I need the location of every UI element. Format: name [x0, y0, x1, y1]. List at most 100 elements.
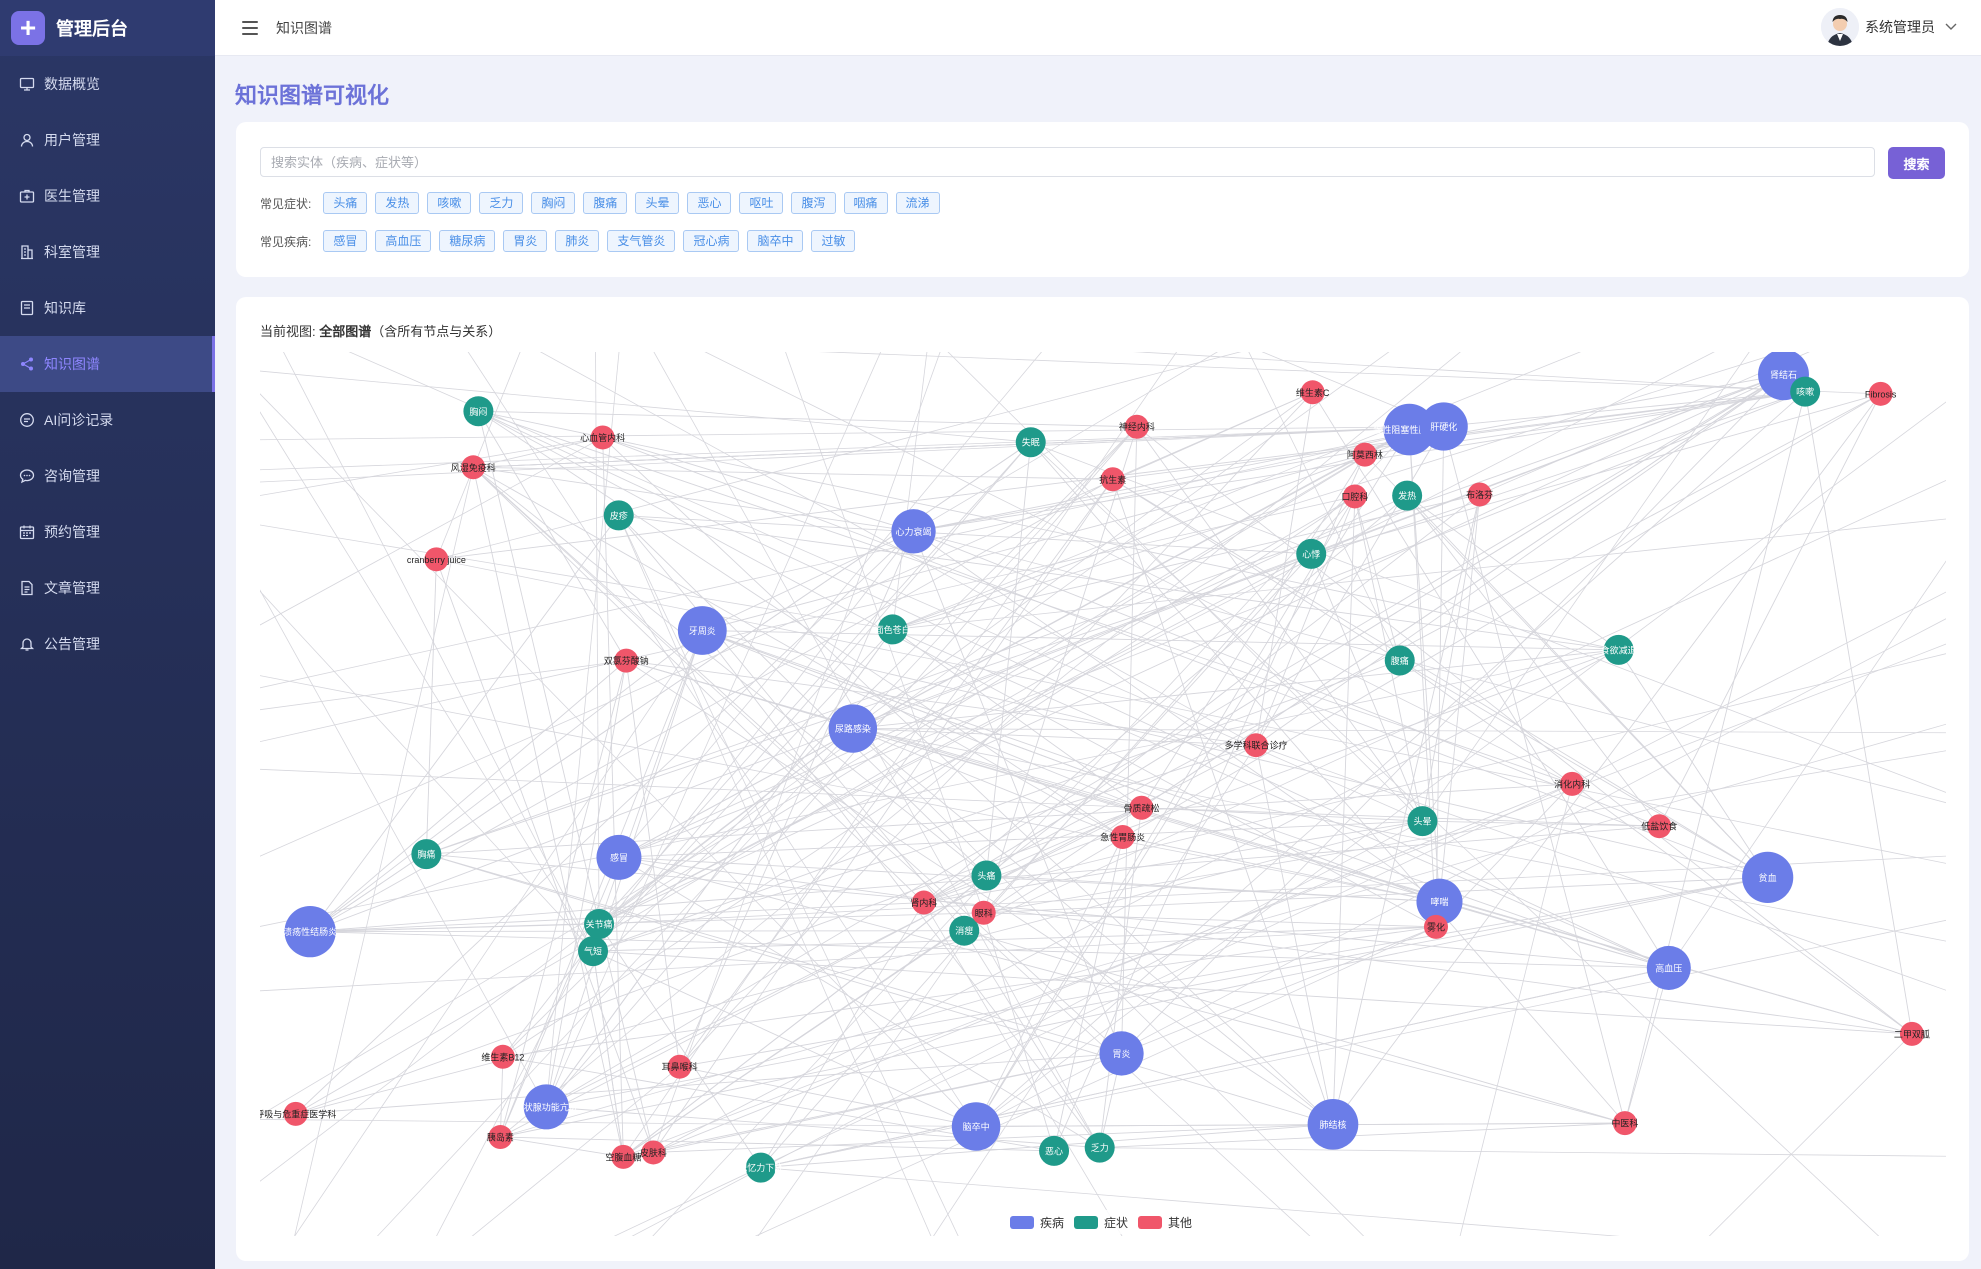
symptom-tag[interactable]: 呕吐: [739, 192, 784, 214]
legend-label: 症状: [1104, 1215, 1128, 1230]
search-input[interactable]: [260, 147, 1875, 177]
sidebar-item-0[interactable]: 数据概览: [0, 56, 215, 112]
sidebar-item-9[interactable]: 文章管理: [0, 560, 215, 616]
graph-node-other[interactable]: 维生素B12: [481, 1044, 524, 1069]
disease-tag[interactable]: 高血压: [375, 230, 432, 252]
graph-node-disease[interactable]: 肝硬化: [1419, 402, 1468, 451]
graph-node-disease[interactable]: 肺结核: [1307, 1098, 1359, 1150]
graph-node-disease[interactable]: 尿路感染: [828, 704, 878, 753]
graph-node-disease[interactable]: 高血压: [1646, 945, 1691, 990]
graph-node-other[interactable]: 胰岛素: [487, 1125, 514, 1150]
sidebar-item-2[interactable]: 医生管理: [0, 168, 215, 224]
search-button[interactable]: 搜索: [1888, 147, 1945, 179]
symptom-tag[interactable]: 头晕: [635, 192, 680, 214]
graph-node-symptom[interactable]: 乏力: [1084, 1132, 1115, 1163]
disease-tag[interactable]: 脑卒中: [747, 230, 804, 252]
graph-node-disease[interactable]: 贫血: [1742, 851, 1794, 903]
graph-svg[interactable]: 慢性阻塞性肺疾病急性胃肠炎肺结核胸痛溃疡性结肠炎尿路感染头痛心血管内科哮喘空腹血…: [260, 352, 1946, 1236]
legend-swatch-disease[interactable]: [1010, 1216, 1034, 1229]
graph-node-other[interactable]: 二甲双胍: [1894, 1021, 1930, 1046]
graph-edge: [499, 660, 627, 1138]
graph-edge: [702, 630, 1440, 903]
graph-node-symptom[interactable]: 腹痛: [1384, 645, 1415, 676]
disease-tag[interactable]: 感冒: [323, 230, 368, 252]
graph-node-disease[interactable]: 脑卒中: [951, 1102, 1001, 1151]
graph-node-symptom[interactable]: 胸闷: [463, 396, 494, 427]
graph-node-disease[interactable]: 感冒: [596, 834, 642, 880]
monitor-icon: [18, 75, 36, 93]
graph-node-symptom[interactable]: 头晕: [1407, 806, 1438, 837]
graph-node-symptom[interactable]: 恶心: [1039, 1135, 1070, 1166]
user-menu[interactable]: 系统管理员: [1821, 8, 1957, 46]
graph-node-symptom[interactable]: 咳嗽: [1790, 376, 1821, 407]
brand: + 管理后台: [0, 0, 215, 56]
symptom-tag[interactable]: 腹泻: [791, 192, 836, 214]
sidebar-item-6[interactable]: AI问诊记录: [0, 392, 215, 448]
knowledge-graph-canvas[interactable]: 慢性阻塞性肺疾病 急性胃肠炎 肺结核 胸痛 溃疡性结肠炎 尿路感染 头痛 心血管内科 哮喘 空腹血…: [260, 352, 1946, 1236]
graph-edge: [260, 926, 1437, 992]
disease-tag[interactable]: 冠心病: [683, 230, 740, 252]
sidebar-item-1[interactable]: 用户管理: [0, 112, 215, 168]
graph-node-other[interactable]: 消化内科: [1554, 771, 1590, 796]
symptom-tag[interactable]: 乏力: [479, 192, 524, 214]
graph-edge: [260, 391, 1313, 857]
graph-node-symptom[interactable]: 失眠: [1015, 427, 1046, 458]
sidebar-item-4[interactable]: 知识库: [0, 280, 215, 336]
symptom-tag[interactable]: 胸闷: [531, 192, 576, 214]
graph-edge: [947, 352, 1423, 822]
sidebar-item-3[interactable]: 科室管理: [0, 224, 215, 280]
graph-node-other[interactable]: Fibrosis: [1865, 381, 1897, 406]
disease-tag[interactable]: 支气管炎: [607, 230, 676, 252]
graph-node-disease[interactable]: 牙周炎: [677, 606, 727, 655]
graph-node-other[interactable]: 神经内科: [1119, 414, 1155, 439]
sidebar-item-8[interactable]: 预约管理: [0, 504, 215, 560]
symptom-tag[interactable]: 发热: [375, 192, 420, 214]
symptom-tag[interactable]: 咽痛: [843, 192, 888, 214]
symptom-tag[interactable]: 腹痛: [583, 192, 628, 214]
graph-node-other[interactable]: 风湿免疫科: [451, 455, 496, 480]
graph-edge: [502, 926, 1437, 1058]
graph-node-symptom[interactable]: 记忆力下降: [738, 1152, 783, 1183]
graph-node-symptom[interactable]: 气短: [578, 936, 609, 967]
disease-tag[interactable]: 过敏: [811, 230, 856, 252]
graph-edge: [1136, 426, 1423, 822]
graph-node-symptom[interactable]: 头痛: [971, 860, 1002, 891]
user-icon: [18, 131, 36, 149]
disease-tag[interactable]: 胃炎: [503, 230, 548, 252]
symptom-tag[interactable]: 头痛: [323, 192, 368, 214]
graph-node-disease[interactable]: 溃疡性结肠炎: [283, 905, 337, 958]
disease-tag[interactable]: 肺炎: [555, 230, 600, 252]
sidebar-item-7[interactable]: 咨询管理: [0, 448, 215, 504]
graph-node-disease[interactable]: 胃炎: [1099, 1031, 1144, 1076]
symptom-tag[interactable]: 咳嗽: [427, 192, 472, 214]
graph-node-disease[interactable]: 心力衰竭: [891, 509, 936, 554]
graph-node-symptom[interactable]: 胸痛: [411, 839, 442, 870]
symptom-tag[interactable]: 恶心: [687, 192, 732, 214]
graph-node-symptom[interactable]: 心悸: [1296, 538, 1327, 569]
symptom-tag[interactable]: 流涕: [895, 192, 940, 214]
current-view-label: 当前视图: 全部图谱（含所有节点与关系）: [260, 321, 501, 340]
graph-node-label: 心血管内科: [580, 432, 625, 443]
graph-node-other[interactable]: 雾化: [1423, 914, 1448, 939]
graph-node-other[interactable]: 中医科: [1611, 1111, 1638, 1136]
graph-node-symptom[interactable]: 食欲减退: [1601, 634, 1637, 665]
graph-node-label: 气短: [584, 946, 602, 957]
graph-node-other[interactable]: 耳鼻喉科: [662, 1054, 698, 1079]
book-icon: [18, 299, 36, 317]
legend-swatch-symptom[interactable]: [1074, 1216, 1098, 1229]
graph-node-label: 脑卒中: [963, 1121, 990, 1132]
graph-node-other[interactable]: 低盐饮食: [1641, 814, 1677, 839]
graph-node-symptom[interactable]: 皮疹: [603, 500, 634, 531]
sidebar-item-5[interactable]: 知识图谱: [0, 336, 215, 392]
sidebar-item-label: AI问诊记录: [44, 412, 114, 428]
graph-node-symptom[interactable]: 发热: [1392, 480, 1423, 511]
sidebar-item-10[interactable]: 公告管理: [0, 616, 215, 672]
menu-toggle-icon[interactable]: [242, 20, 258, 35]
graph-node-other[interactable]: 眼科: [971, 900, 996, 925]
legend-swatch-other[interactable]: [1138, 1216, 1162, 1229]
graph-node-other[interactable]: 皮肤科: [640, 1140, 667, 1165]
graph-node-other[interactable]: 双氯芬酸钠: [604, 648, 649, 673]
graph-node-symptom[interactable]: 关节痛: [584, 908, 615, 939]
disease-tag[interactable]: 糖尿病: [439, 230, 496, 252]
graph-node-other[interactable]: 抗生素: [1099, 467, 1126, 492]
